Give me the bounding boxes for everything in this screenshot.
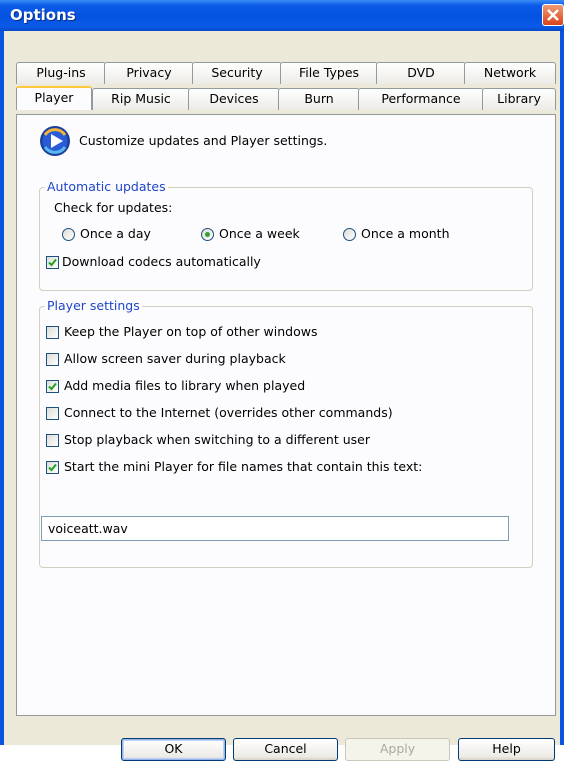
download-codecs-label[interactable]: Download codecs automatically bbox=[62, 254, 261, 269]
add-to-library-checkbox[interactable] bbox=[46, 380, 59, 393]
tab-network[interactable]: Network bbox=[464, 62, 556, 84]
connect-internet-checkbox[interactable] bbox=[46, 407, 59, 420]
tab-dvd[interactable]: DVD bbox=[376, 62, 466, 84]
checkmark-icon bbox=[48, 382, 57, 391]
checkmark-icon bbox=[48, 463, 57, 472]
radio-once-a-week-label[interactable]: Once a week bbox=[219, 226, 300, 241]
checkmark-icon bbox=[48, 258, 57, 267]
windows-media-player-icon bbox=[40, 126, 70, 156]
title-bar[interactable]: Options bbox=[0, 0, 564, 31]
tab-library[interactable]: Library bbox=[482, 88, 556, 110]
cancel-button[interactable]: Cancel bbox=[233, 738, 338, 761]
help-button[interactable]: Help bbox=[458, 738, 555, 761]
tab-privacy[interactable]: Privacy bbox=[104, 62, 194, 84]
download-codecs-checkbox[interactable] bbox=[46, 256, 59, 269]
tab-rip-music[interactable]: Rip Music bbox=[92, 88, 190, 110]
apply-button[interactable]: Apply bbox=[345, 738, 450, 761]
tab-burn[interactable]: Burn bbox=[278, 88, 360, 110]
tab-file-types[interactable]: File Types bbox=[280, 62, 378, 84]
player-settings-legend: Player settings bbox=[45, 298, 142, 313]
radio-selected-dot bbox=[205, 232, 210, 237]
tab-row-back: Plug-ins Privacy Security File Types DVD… bbox=[16, 62, 556, 84]
tab-row-front: Player Rip Music Devices Burn Performanc… bbox=[16, 86, 556, 110]
mini-player-label[interactable]: Start the mini Player for file names tha… bbox=[64, 459, 422, 474]
check-for-updates-label: Check for updates: bbox=[54, 200, 173, 215]
allow-screensaver-label[interactable]: Allow screen saver during playback bbox=[64, 351, 286, 366]
ok-button[interactable]: OK bbox=[121, 738, 226, 761]
dialog-client: Plug-ins Privacy Security File Types DVD… bbox=[4, 31, 560, 761]
connect-internet-label[interactable]: Connect to the Internet (overrides other… bbox=[64, 405, 393, 420]
close-button[interactable] bbox=[542, 4, 564, 26]
tab-player[interactable]: Player bbox=[16, 86, 92, 110]
mini-player-filename-input[interactable]: voiceatt.wav bbox=[41, 516, 509, 541]
window-title: Options bbox=[10, 6, 76, 24]
stop-playback-label[interactable]: Stop playback when switching to a differ… bbox=[64, 432, 370, 447]
add-to-library-label[interactable]: Add media files to library when played bbox=[64, 378, 305, 393]
intro-text: Customize updates and Player settings. bbox=[79, 133, 328, 148]
keep-on-top-label[interactable]: Keep the Player on top of other windows bbox=[64, 324, 317, 339]
automatic-updates-group: Automatic updates Check for updates: Onc… bbox=[39, 179, 533, 291]
allow-screensaver-checkbox[interactable] bbox=[46, 353, 59, 366]
tab-performance[interactable]: Performance bbox=[358, 88, 484, 110]
close-icon bbox=[547, 9, 559, 21]
stop-playback-checkbox[interactable] bbox=[46, 434, 59, 447]
options-window: Options Plug-ins Privacy Security File T… bbox=[0, 0, 564, 761]
tab-plug-ins[interactable]: Plug-ins bbox=[16, 62, 106, 84]
radio-once-a-week[interactable] bbox=[201, 228, 214, 241]
tab-security[interactable]: Security bbox=[192, 62, 282, 84]
player-tab-panel: Customize updates and Player settings. A… bbox=[16, 114, 556, 716]
radio-once-a-month-label[interactable]: Once a month bbox=[361, 226, 450, 241]
radio-once-a-month[interactable] bbox=[343, 228, 356, 241]
keep-on-top-checkbox[interactable] bbox=[46, 326, 59, 339]
radio-once-a-day-label[interactable]: Once a day bbox=[80, 226, 151, 241]
automatic-updates-legend: Automatic updates bbox=[45, 179, 168, 194]
radio-once-a-day[interactable] bbox=[62, 228, 75, 241]
mini-player-checkbox[interactable] bbox=[46, 461, 59, 474]
tab-devices[interactable]: Devices bbox=[188, 88, 280, 110]
